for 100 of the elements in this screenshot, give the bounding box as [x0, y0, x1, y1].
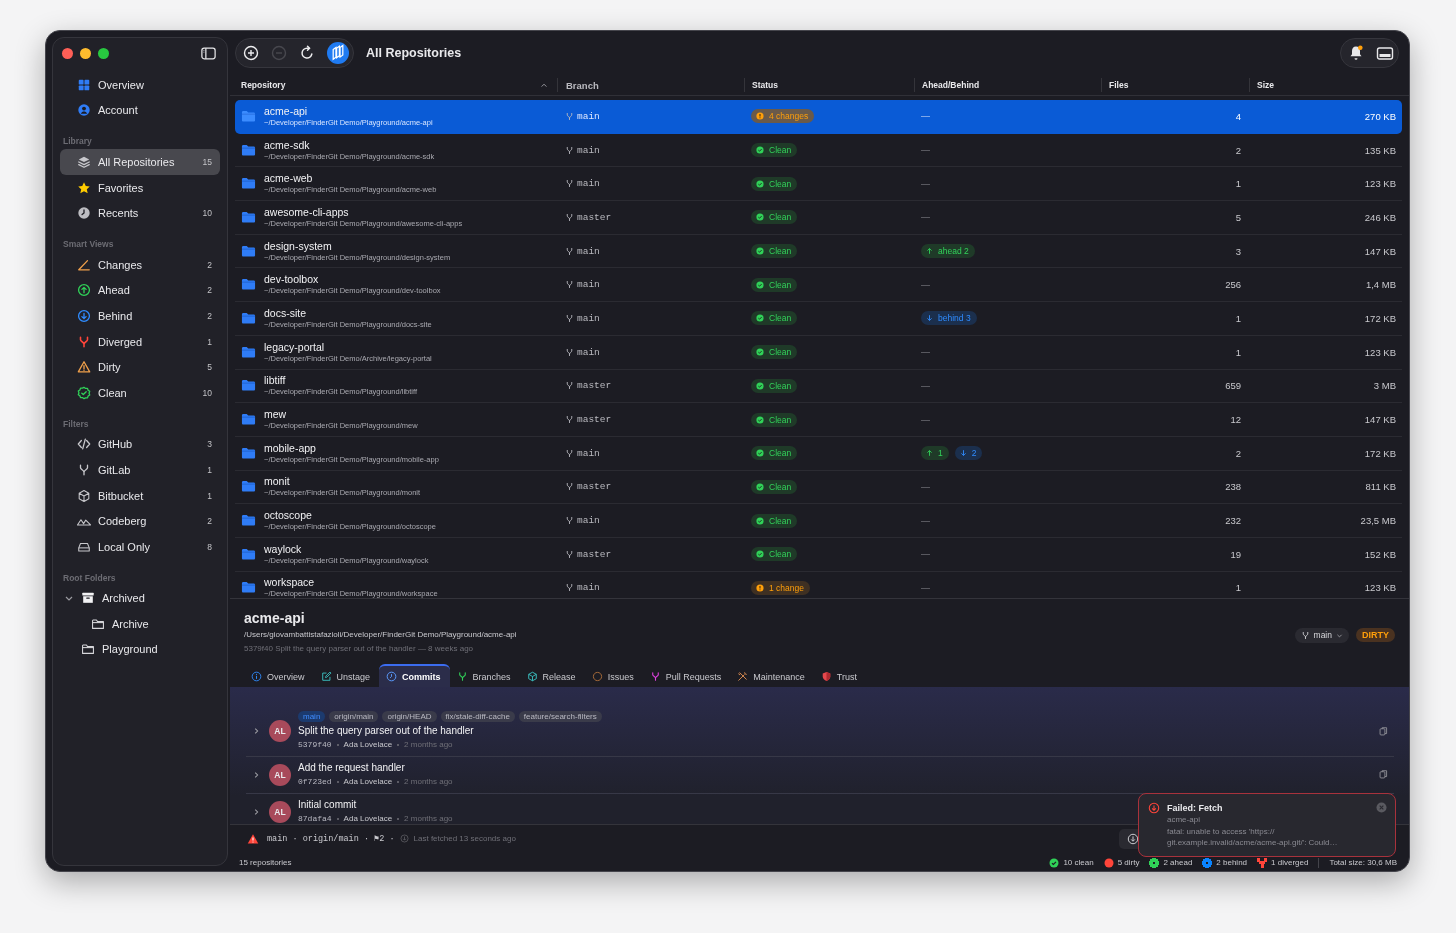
folder-item[interactable]: Archive — [60, 611, 220, 637]
zoom-button[interactable] — [98, 47, 109, 59]
error-download-icon — [1148, 802, 1160, 814]
branch-icon — [77, 462, 91, 477]
refresh-icon[interactable] — [299, 45, 315, 61]
branch-icon — [565, 313, 574, 323]
copy-icon[interactable] — [1378, 769, 1389, 780]
column-header[interactable]: Status — [744, 78, 914, 92]
up-arrow-circle-icon — [77, 283, 91, 298]
sidebar-item[interactable]: GitHub 3 — [60, 431, 220, 458]
sidebar-item[interactable]: GitLab 1 — [60, 457, 220, 483]
download-circle-icon — [399, 834, 409, 843]
sidebar-item[interactable]: Clean 10 — [60, 379, 220, 406]
empty-value: — — [921, 145, 930, 156]
tab[interactable]: Trust — [813, 664, 866, 687]
sidebar-item[interactable]: Behind 2 — [60, 303, 220, 329]
column-header[interactable]: Branch — [557, 78, 744, 92]
tools-icon — [737, 671, 749, 682]
circle-icon — [591, 671, 603, 682]
branch-selector[interactable]: main — [1294, 627, 1349, 643]
close-button[interactable] — [62, 47, 73, 59]
file-count: 1 — [1234, 346, 1242, 358]
copy-icon[interactable] — [1378, 725, 1389, 737]
repo-name: libtiff — [264, 374, 287, 388]
section-heading: Filters — [62, 417, 90, 430]
status-label: Clean — [769, 313, 792, 324]
sidebar-item[interactable]: Changes 2 — [60, 251, 220, 278]
commit-time: 2 months ago — [404, 813, 453, 824]
status-label: Clean — [769, 246, 792, 257]
check-circle-icon — [756, 381, 764, 390]
check-circle-icon — [756, 314, 764, 323]
sidebar-toggle-icon[interactable] — [200, 45, 217, 61]
repo-size: 246 KB — [1363, 211, 1397, 223]
panel-icon[interactable] — [1376, 45, 1394, 61]
branch-icon — [565, 482, 574, 492]
sidebar-item[interactable]: Recents 10 — [60, 200, 220, 226]
file-count: 659 — [1224, 380, 1242, 392]
repo-size: 123 KB — [1363, 346, 1397, 358]
branch-icon — [565, 280, 574, 290]
column-header[interactable]: Repository — [235, 78, 557, 92]
folder-icon — [241, 479, 256, 495]
branch-icon — [565, 212, 574, 222]
empty-value: — — [921, 380, 930, 391]
branch-name: master — [577, 481, 612, 493]
chevron-icon[interactable] — [252, 770, 260, 779]
sidebar-item[interactable]: Codeberg 2 — [60, 508, 220, 534]
tab[interactable]: Release — [519, 664, 585, 687]
tab[interactable]: Issues — [584, 664, 643, 687]
tab[interactable]: Commits — [379, 664, 450, 687]
sync-label: 2 — [971, 448, 977, 459]
sidebar-item[interactable]: Account — [60, 97, 220, 124]
chevron-icon[interactable] — [252, 807, 260, 816]
warning-icon — [247, 832, 259, 845]
down-arrow-icon — [926, 314, 933, 323]
tab[interactable]: Branches — [449, 664, 520, 687]
tab[interactable]: Unstage — [313, 664, 380, 687]
stat-label: 5 dirty — [1117, 858, 1140, 867]
folder-item[interactable]: Archived — [60, 585, 220, 612]
repository-count: 15 repositories — [239, 858, 292, 867]
branch-name: master — [577, 414, 612, 426]
window-title: All Repositories — [366, 46, 462, 60]
grid-icon — [77, 77, 91, 92]
column-header[interactable]: Files — [1101, 78, 1249, 92]
check-circle-icon — [756, 247, 764, 256]
sidebar-item[interactable]: Overview — [60, 72, 220, 98]
folder-icon — [91, 616, 105, 631]
app-logo-icon[interactable] — [327, 42, 349, 64]
tab[interactable]: Maintenance — [730, 664, 814, 687]
sidebar-item[interactable]: Ahead 2 — [60, 277, 220, 304]
branch-name: main — [577, 245, 600, 257]
repo-name: workspace — [264, 576, 316, 590]
cube-icon — [526, 671, 538, 682]
ref-tag: main — [298, 711, 326, 722]
sidebar-item[interactable]: All Repositories 15 — [60, 149, 220, 175]
bell-icon[interactable] — [1348, 45, 1364, 61]
chevron-icon[interactable] — [252, 727, 260, 735]
branch-name: main — [577, 110, 600, 122]
sidebar-item[interactable]: Local Only 8 — [60, 533, 220, 560]
folder-item[interactable]: Playground — [60, 636, 220, 663]
minimize-button[interactable] — [80, 47, 91, 59]
sidebar-item[interactable]: Diverged 1 — [60, 328, 220, 355]
sidebar-item[interactable]: Bitbucket 1 — [60, 482, 220, 509]
file-count: 1 — [1234, 312, 1242, 324]
tab[interactable]: Overview — [244, 664, 314, 687]
branch-name: master — [577, 548, 612, 560]
tab[interactable]: Pull Requests — [642, 664, 731, 687]
add-icon[interactable] — [243, 45, 259, 61]
status-label: Clean — [769, 481, 792, 492]
file-count: 2 — [1234, 447, 1242, 459]
folder-icon — [241, 108, 256, 124]
toast-subtitle: acme-api — [1167, 814, 1201, 826]
column-header[interactable]: Size — [1249, 78, 1402, 92]
sidebar-item[interactable]: Favorites — [60, 174, 220, 201]
commit-author: Ada Lovelace — [343, 739, 393, 751]
section-heading: Smart Views — [62, 237, 115, 250]
branch-icon — [1300, 630, 1310, 640]
repo-name: legacy-portal — [264, 340, 326, 354]
sidebar-item[interactable]: Dirty 5 — [60, 354, 220, 380]
status-label: Clean — [769, 178, 792, 189]
column-header[interactable]: Ahead/Behind — [914, 78, 1101, 92]
